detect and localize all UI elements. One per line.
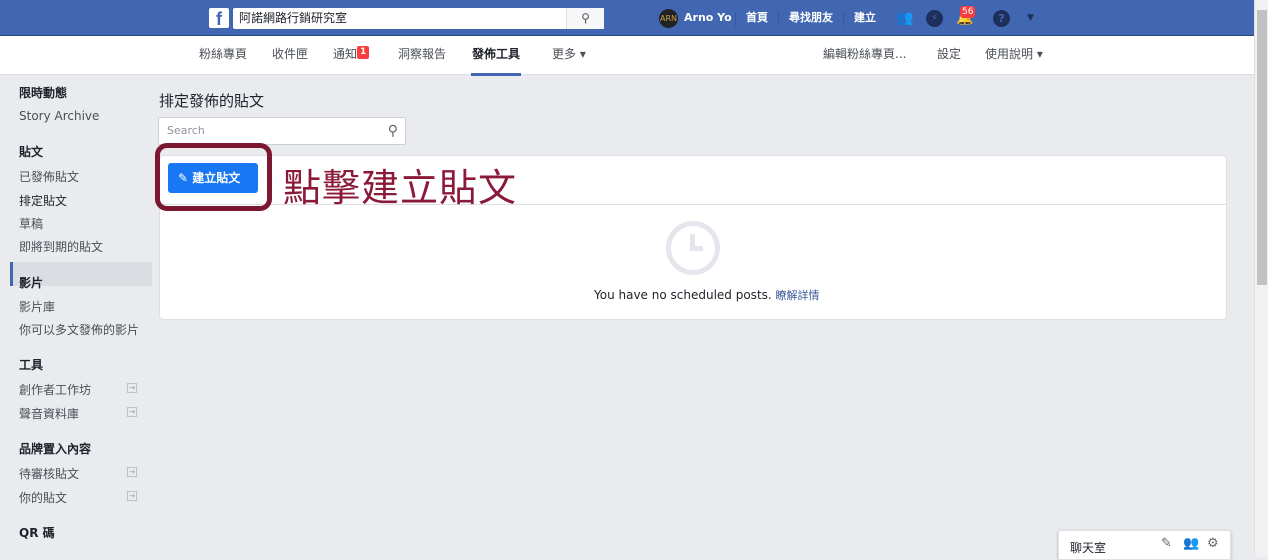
nav-create[interactable]: 建立 [854, 0, 876, 36]
divider [735, 12, 736, 26]
tab-label: 通知 [333, 47, 358, 61]
divider [843, 12, 844, 26]
notification-badge: 1 [357, 46, 370, 59]
top-bar: f 阿諾網路行銷研究室 ⚲ ARN Arno Yo 首頁 尋找朋友 建立 👥 ⚡ … [0, 0, 1254, 36]
external-link-icon: → [127, 383, 137, 393]
friend-requests-icon[interactable]: 👥 [896, 10, 913, 27]
sidebar-item-published[interactable]: 已發佈貼文 [19, 168, 79, 185]
annotation-text: 點擊建立貼文 [283, 166, 518, 210]
group-icon[interactable]: 👥 [1183, 536, 1199, 551]
tab-notifications[interactable]: 通知 1 [333, 36, 370, 73]
tab-inbox[interactable]: 收件匣 [272, 36, 308, 73]
scrollbar[interactable] [1254, 0, 1268, 557]
sidebar-heading-posts: 貼文 [19, 145, 44, 159]
search-icon: ⚲ [387, 123, 398, 139]
sidebar-item-your-posts[interactable]: 你的貼文 [19, 489, 67, 506]
gear-icon[interactable]: ⚙ [1207, 536, 1219, 551]
sidebar-item-creator-studio[interactable]: 創作者工作坊 [19, 381, 91, 398]
sidebar-item-qr-code[interactable]: QR 碼 [19, 524, 55, 541]
nav-home[interactable]: 首頁 [746, 0, 768, 36]
tab-more[interactable]: 更多 ▾ [552, 36, 586, 73]
page-title: 排定發佈的貼文 [159, 92, 265, 110]
profile-link[interactable]: Arno Yo [684, 0, 732, 36]
chat-bar[interactable]: 聊天室 ✎ 👥 ⚙ [1058, 530, 1231, 560]
help-icon[interactable]: ? [993, 10, 1010, 27]
page-nav: 粉絲專頁 收件匣 通知 1 洞察報告 發佈工具 更多 ▾ 編輯粉絲專頁... 設定… [0, 36, 1254, 76]
search-icon[interactable]: ⚲ [566, 8, 604, 29]
new-message-icon[interactable]: ✎ [1161, 536, 1172, 551]
sidebar-item-drafts[interactable]: 草稿 [19, 215, 43, 232]
edit-page-link[interactable]: 編輯粉絲專頁... [823, 36, 906, 73]
facebook-logo-icon[interactable]: f [209, 8, 229, 29]
sidebar-item-video-library[interactable]: 影片庫 [19, 298, 55, 315]
empty-text: You have no scheduled posts. [594, 288, 772, 302]
clock-icon [666, 221, 720, 275]
learn-more-link[interactable]: 瞭解詳情 [776, 289, 820, 302]
scrollbar-thumb[interactable] [1257, 10, 1267, 285]
sidebar-item-expiring[interactable]: 即將到期的貼文 [19, 238, 103, 255]
chat-title: 聊天室 [1070, 541, 1107, 555]
tab-insights[interactable]: 洞察報告 [398, 36, 446, 73]
divider [778, 12, 779, 26]
tab-publishing-tools[interactable]: 發佈工具 [471, 36, 522, 76]
avatar[interactable]: ARN [659, 9, 678, 28]
settings-link[interactable]: 設定 [937, 36, 961, 73]
external-link-icon: → [127, 467, 137, 477]
sidebar-item-sound-collection[interactable]: 聲音資料庫 [19, 405, 79, 422]
sidebar-heading-stories[interactable]: 限時動態 [19, 84, 67, 101]
chevron-down-icon[interactable]: ▼ [1022, 10, 1039, 27]
sidebar-heading-videos: 影片 [19, 276, 44, 290]
notification-badge: 56 [960, 6, 976, 18]
sidebar-item-crosspost-videos[interactable]: 你可以多文發佈的影片 [19, 321, 139, 338]
empty-state-message: You have no scheduled posts. 瞭解詳情 [594, 287, 820, 303]
highlight-box [155, 143, 272, 211]
sidebar-item-scheduled[interactable]: 排定貼文 [19, 192, 67, 209]
nav-find-friends[interactable]: 尋找朋友 [789, 0, 833, 36]
posts-search-input[interactable]: Search ⚲ [158, 117, 406, 145]
external-link-icon: → [127, 491, 137, 501]
search-placeholder: Search [167, 124, 205, 137]
sidebar-item-pending-posts[interactable]: 待審核貼文 [19, 465, 79, 482]
top-search-input[interactable]: 阿諾網路行銷研究室 ⚲ [233, 8, 604, 29]
messenger-icon[interactable]: ⚡ [926, 10, 943, 27]
help-link[interactable]: 使用說明 ▾ [985, 36, 1043, 73]
sidebar-heading-branded-content: 品牌置入內容 [19, 442, 92, 456]
tab-page[interactable]: 粉絲專頁 [199, 36, 247, 73]
sidebar-item-story-archive[interactable]: Story Archive [19, 109, 99, 123]
external-link-icon: → [127, 407, 137, 417]
search-value: 阿諾網路行銷研究室 [239, 11, 348, 25]
sidebar-heading-tools: 工具 [19, 358, 44, 372]
